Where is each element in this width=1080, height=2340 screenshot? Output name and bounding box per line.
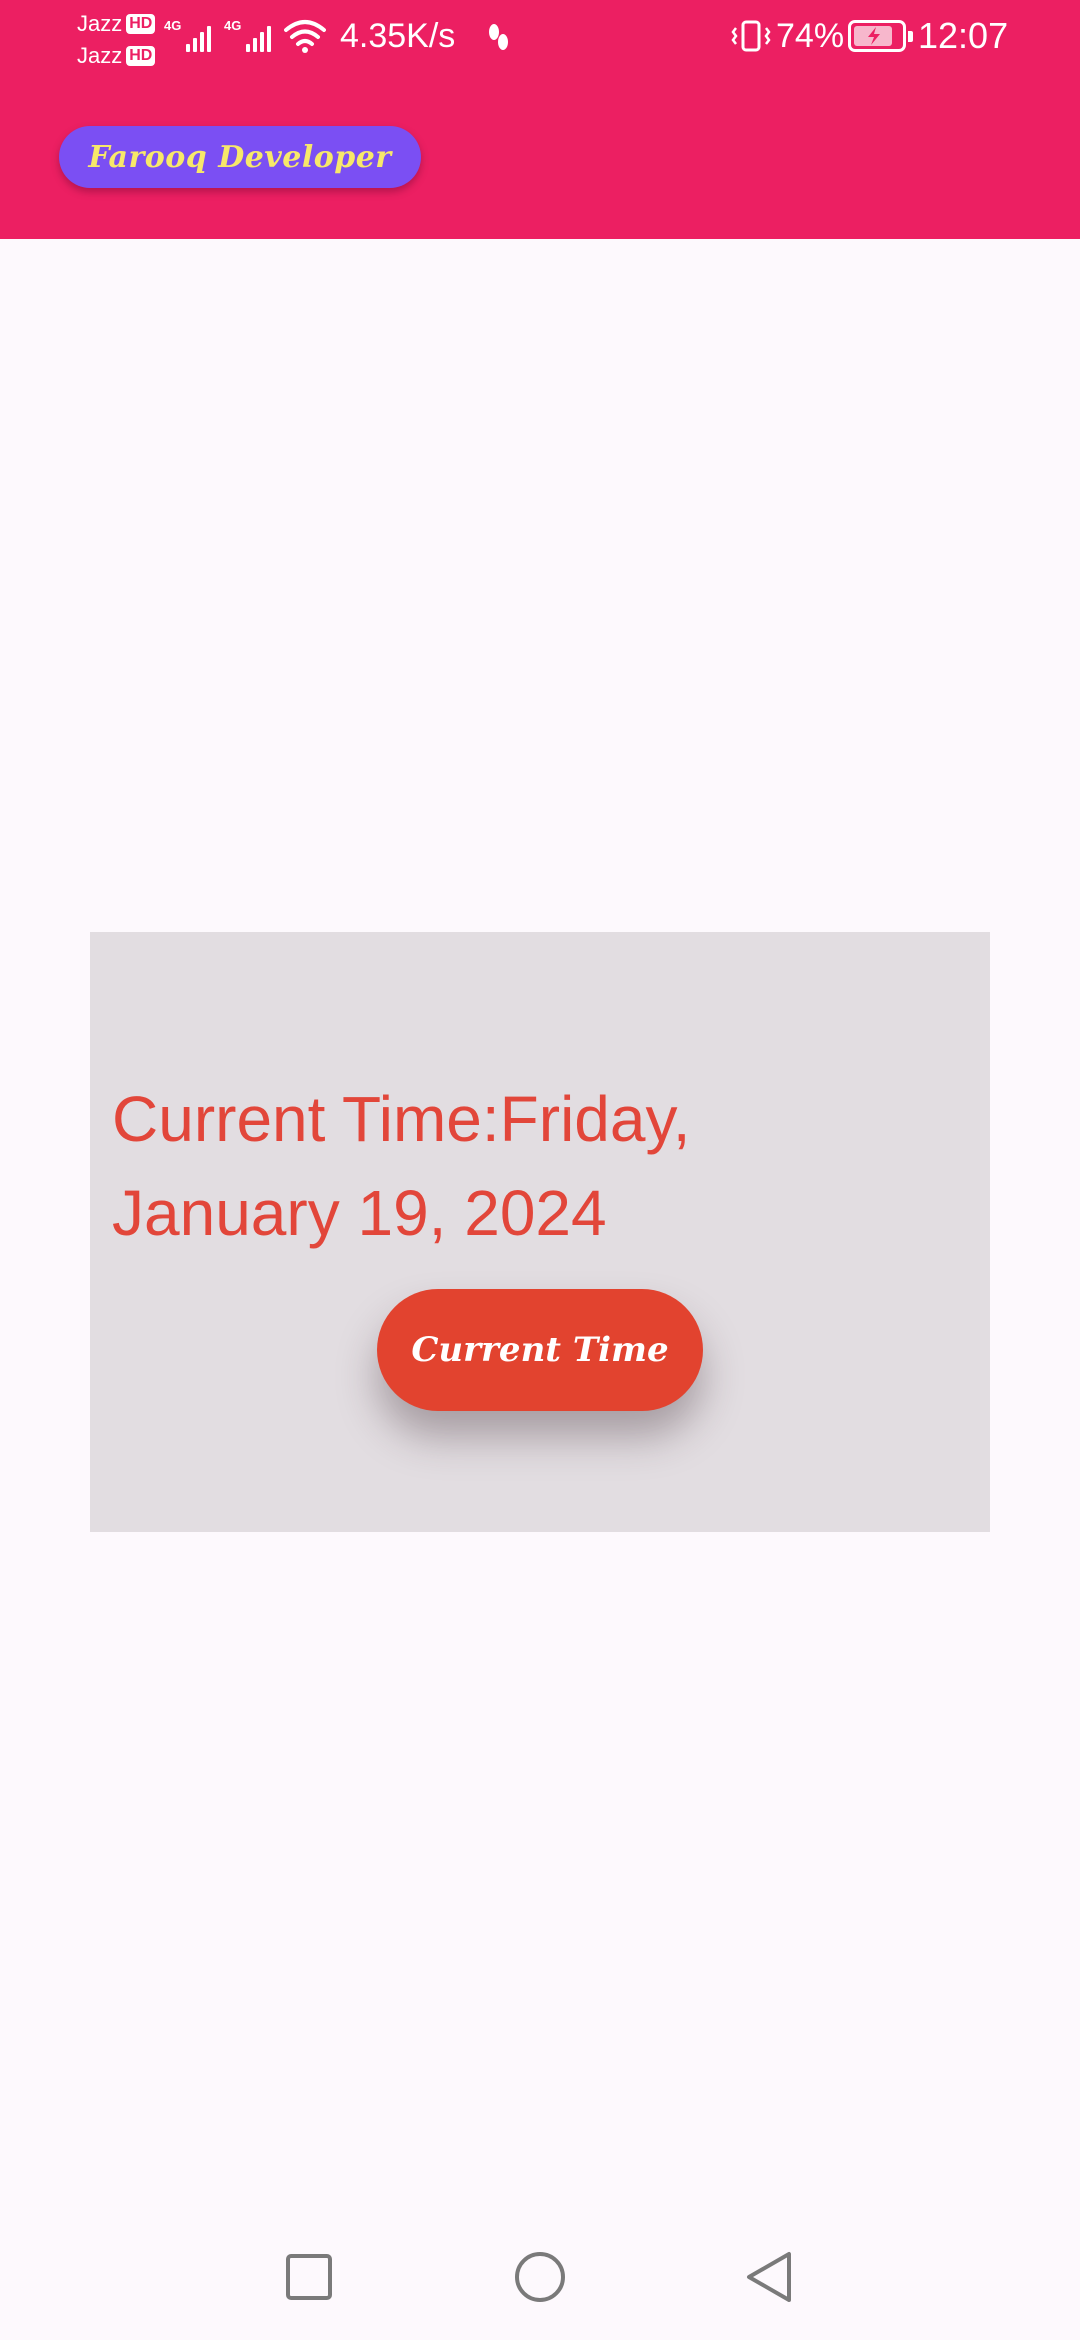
current-time-text: Current Time:Friday, January 19, 2024: [112, 1083, 691, 1249]
hd-badge-2: HD: [126, 46, 156, 66]
network-type-2: 4G: [224, 18, 242, 33]
app-screen: Jazz HD Jazz HD 4G 4G 4.35K/s 74% 12:07 …: [0, 0, 1080, 2340]
vibrate-icon: [731, 20, 771, 52]
battery-charging-icon: [848, 20, 913, 52]
network-type-1: 4G: [164, 18, 182, 33]
hd-badge-1: HD: [126, 14, 156, 34]
wifi-icon: [284, 20, 326, 53]
brand-chip[interactable]: Farooq Developer: [59, 126, 421, 188]
current-time-button[interactable]: Current Time: [377, 1289, 703, 1411]
home-icon[interactable]: [505, 2242, 575, 2312]
back-icon[interactable]: [734, 2242, 804, 2312]
carrier-2-label: Jazz: [77, 43, 123, 68]
carrier-1-label: Jazz: [77, 11, 123, 36]
recent-apps-icon[interactable]: [274, 2242, 344, 2312]
battery-percent: 74%: [776, 17, 845, 55]
step-counter-icon: [489, 24, 508, 50]
signal-icon: 4G: [224, 18, 272, 52]
navigation-bar: [0, 2220, 1080, 2340]
signal-icon: 4G: [164, 18, 212, 52]
carrier-info: Jazz HD Jazz HD: [77, 8, 157, 72]
status-bar: Jazz HD Jazz HD 4G 4G 4.35K/s 74% 12:07: [0, 0, 1080, 75]
status-clock: 12:07: [918, 15, 1009, 56]
app-bar: Jazz HD Jazz HD 4G 4G 4.35K/s 74% 12:07 …: [0, 0, 1080, 239]
network-speed: 4.35K/s: [340, 17, 456, 55]
current-time-card: Current Time:Friday, January 19, 2024 Cu…: [90, 932, 990, 1532]
